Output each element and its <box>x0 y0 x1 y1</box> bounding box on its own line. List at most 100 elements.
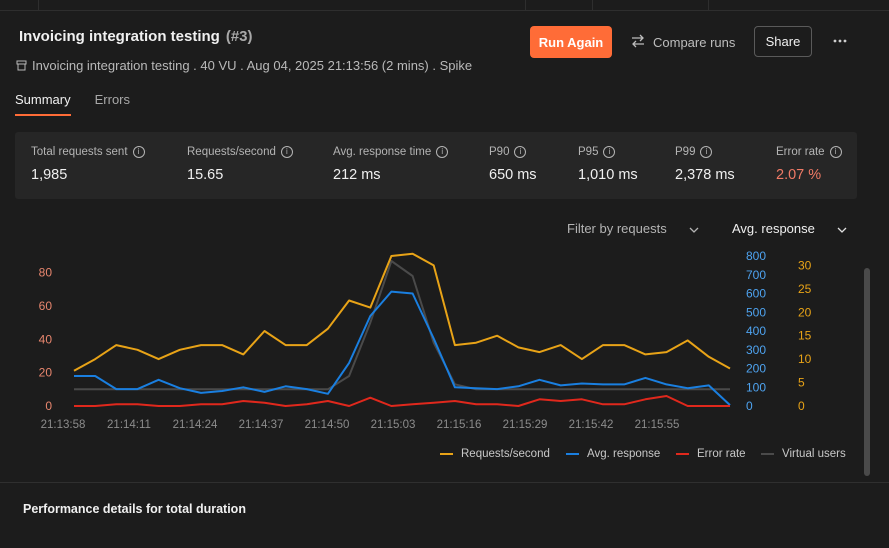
legend-swatch <box>676 453 689 455</box>
response-axis-tick-label: 0 <box>746 399 753 413</box>
x-axis-tick-label: 21:15:42 <box>569 419 614 431</box>
stat-label: P99 <box>675 146 696 158</box>
response-axis-tick-label: 700 <box>746 268 766 282</box>
stat-p90: P90 i 650 ms <box>489 146 537 183</box>
legend-label: Virtual users <box>782 448 846 460</box>
response-axis-tick-label: 800 <box>746 249 766 263</box>
x-axis-tick-label: 21:15:16 <box>437 419 482 431</box>
legend-item-virtual-users[interactable]: Virtual users <box>761 448 846 460</box>
stat-p99: P99 i 2,378 ms <box>675 146 735 183</box>
response-axis-tick-label: 200 <box>746 362 766 376</box>
info-icon[interactable]: i <box>700 146 713 158</box>
response-axis-tick-label: 600 <box>746 287 766 301</box>
response-axis-tick-label: 300 <box>746 343 766 357</box>
stat-label: Total requests sent <box>31 146 128 158</box>
swap-arrows-icon <box>630 34 646 51</box>
legend-label: Requests/second <box>461 448 550 460</box>
requests-axis-tick-label: 5 <box>798 376 805 390</box>
stat-value: 1,010 ms <box>578 167 638 183</box>
legend-swatch <box>761 453 774 455</box>
stat-value: 15.65 <box>187 167 224 183</box>
stat-avg-response-time: Avg. response time i 212 ms <box>333 146 449 183</box>
series-line-error-rate <box>74 395 730 407</box>
stat-label: Error rate <box>776 146 825 158</box>
section-title: Performance details for total duration <box>23 502 246 516</box>
top-strip-divider <box>708 0 709 10</box>
legend-item-error-rate[interactable]: Error rate <box>676 448 746 460</box>
stat-value: 650 ms <box>489 167 537 183</box>
legend-swatch <box>440 453 453 455</box>
stat-label: Requests/second <box>187 146 276 158</box>
left-axis-tick-label: 0 <box>45 399 52 413</box>
legend-item-avg-response[interactable]: Avg. response <box>566 448 660 460</box>
stat-total-requests: Total requests sent i 1,985 <box>31 146 145 183</box>
stat-value: 1,985 <box>31 167 68 183</box>
x-axis-tick-label: 21:15:29 <box>503 419 548 431</box>
stat-requests-per-second: Requests/second i 15.65 <box>187 146 293 183</box>
top-strip-divider <box>525 0 526 10</box>
left-axis-tick-label: 40 <box>39 332 53 346</box>
x-axis-tick-label: 21:14:24 <box>173 419 218 431</box>
left-axis-tick-label: 80 <box>39 266 53 280</box>
series-line-requests-second <box>73 252 731 372</box>
x-axis-tick-label: 21:14:11 <box>107 419 151 431</box>
share-button[interactable]: Share <box>754 26 812 57</box>
info-icon[interactable]: i <box>829 146 842 158</box>
stat-value: 2.07 % <box>776 167 822 183</box>
x-axis-tick-label: 21:14:50 <box>305 419 350 431</box>
metric-label: Avg. response <box>732 220 815 236</box>
run-details: Invoicing integration testing . 40 VU . … <box>32 58 473 73</box>
scrollbar[interactable] <box>864 268 870 476</box>
stat-error-rate: Error rate i 2.07 % <box>776 146 842 183</box>
info-icon[interactable]: i <box>436 146 449 158</box>
info-icon[interactable]: i <box>514 146 527 158</box>
x-axis-tick-label: 21:13:58 <box>41 419 86 431</box>
section-divider <box>0 482 889 483</box>
performance-chart: 0204060800100200300400500600700800051015… <box>39 249 812 431</box>
left-axis-tick-label: 20 <box>39 366 53 380</box>
more-options-icon[interactable] <box>831 32 849 50</box>
filter-requests-dropdown[interactable]: Filter by requests <box>567 219 699 237</box>
stat-p95: P95 i 1,010 ms <box>578 146 638 183</box>
summary-stats-panel: Total requests sent i 1,985 Requests/seco… <box>15 132 857 199</box>
tab-bar: Summary Errors <box>15 92 130 116</box>
collection-title: Invoicing integration testing <box>19 28 220 45</box>
compare-runs-label: Compare runs <box>653 34 736 50</box>
run-again-button[interactable]: Run Again <box>530 26 612 58</box>
run-subtitle: Invoicing integration testing . 40 VU . … <box>16 58 472 73</box>
run-number: (#3) <box>225 28 253 45</box>
response-axis-tick-label: 100 <box>746 380 766 394</box>
info-icon[interactable]: i <box>603 146 616 158</box>
top-strip-divider <box>38 0 39 10</box>
legend-swatch <box>566 453 579 455</box>
requests-axis-tick-label: 30 <box>798 258 812 272</box>
stat-label: Avg. response time <box>333 146 432 158</box>
stat-label: P95 <box>578 146 599 158</box>
page-title: Invoicing integration testing (#3) <box>19 28 253 45</box>
x-axis-tick-label: 21:15:03 <box>371 419 416 431</box>
response-axis-tick-label: 400 <box>746 324 766 338</box>
tab-errors[interactable]: Errors <box>95 92 130 114</box>
x-axis-tick-label: 21:15:55 <box>635 419 680 431</box>
requests-axis-tick-label: 20 <box>798 305 812 319</box>
info-icon[interactable]: i <box>280 146 293 158</box>
chevron-down-icon <box>837 221 847 236</box>
requests-axis-tick-label: 25 <box>798 282 812 296</box>
tab-summary[interactable]: Summary <box>15 92 71 116</box>
stat-value: 2,378 ms <box>675 167 735 183</box>
compare-runs-button[interactable]: Compare runs <box>630 26 735 58</box>
legend-item-requests[interactable]: Requests/second <box>440 448 550 460</box>
top-strip-divider <box>592 0 593 10</box>
metric-dropdown[interactable]: Avg. response <box>732 219 847 237</box>
stat-label: P90 <box>489 146 510 158</box>
filter-requests-label: Filter by requests <box>567 220 667 236</box>
stat-value: 212 ms <box>333 167 381 183</box>
x-axis-tick-label: 21:14:37 <box>239 419 284 431</box>
chevron-down-icon <box>689 221 699 236</box>
legend-label: Avg. response <box>587 448 661 460</box>
legend-label: Error rate <box>697 448 746 460</box>
info-icon[interactable]: i <box>132 146 145 158</box>
left-axis-tick-label: 60 <box>39 299 53 313</box>
requests-axis-tick-label: 0 <box>798 399 805 413</box>
requests-axis-tick-label: 10 <box>798 352 812 366</box>
